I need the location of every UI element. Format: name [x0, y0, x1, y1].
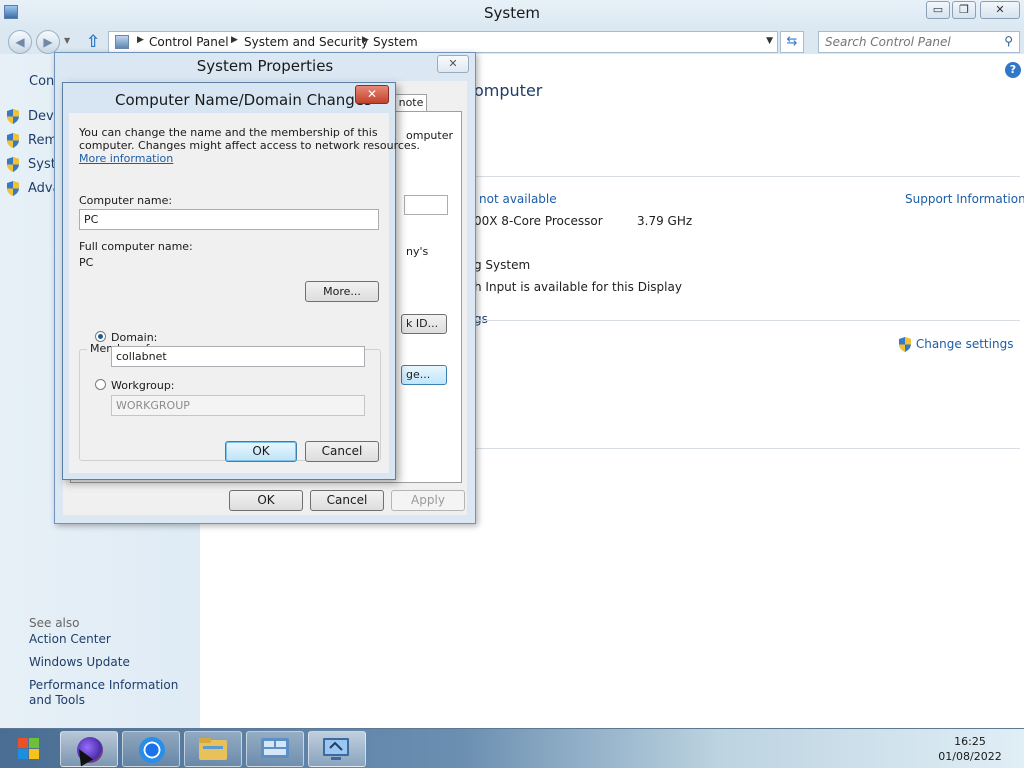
windows-logo-icon — [18, 738, 39, 759]
control-panel-icon — [115, 35, 129, 49]
rating-link[interactable]: not available — [479, 192, 557, 206]
change-settings-link[interactable]: Change settings — [898, 337, 1013, 352]
taskbar-explorer-button[interactable] — [184, 731, 242, 767]
navigation-toolbar: ◀ ▶ ▼ ⇧ ▶ Control Panel ▶ System and Sec… — [0, 28, 1024, 54]
system-type-value: g System — [474, 258, 531, 272]
sidebar-item-system-protection[interactable]: Syste — [6, 157, 64, 175]
breadcrumb-system[interactable]: System — [373, 35, 418, 49]
page-heading: omputer — [474, 81, 543, 100]
domain-radio[interactable] — [95, 331, 106, 342]
breadcrumb-separator-icon[interactable]: ▶ — [137, 35, 144, 45]
section-divider — [474, 176, 1020, 177]
computer-name-input[interactable]: PC — [79, 209, 379, 230]
breadcrumb-separator-icon[interactable]: ▶ — [231, 35, 238, 45]
taskbar-control-panel-button[interactable] — [246, 731, 304, 767]
cancel-button[interactable]: Cancel — [310, 490, 384, 511]
address-dropdown-icon[interactable]: ▼ — [766, 36, 773, 46]
more-information-link[interactable]: More information — [79, 152, 173, 165]
computer-name-label: Computer name: — [79, 194, 173, 207]
domain-label[interactable]: Domain: — [111, 331, 157, 344]
system-computer-icon — [323, 738, 349, 760]
forward-button[interactable]: ▶ — [36, 30, 60, 54]
shield-icon — [7, 109, 19, 124]
minimize-button[interactable]: ▭ — [926, 1, 950, 19]
workgroup-input: WORKGROUP — [111, 395, 365, 416]
network-id-button[interactable]: k ID... — [401, 314, 447, 334]
cancel-button[interactable]: Cancel — [305, 441, 379, 462]
sidebar-item-advanced-settings[interactable]: Adva — [6, 181, 61, 199]
computer-description-field[interactable] — [404, 195, 448, 215]
dialog-body: You can change the name and the membersh… — [69, 113, 420, 473]
breadcrumb-control-panel[interactable]: Control Panel — [149, 35, 229, 49]
support-information-link[interactable]: Support Information — [905, 192, 1024, 206]
start-button[interactable] — [4, 732, 52, 766]
domain-input[interactable]: collabnet — [111, 346, 365, 367]
processor-speed: 3.79 GHz — [637, 214, 693, 228]
shield-icon — [7, 181, 19, 196]
more-button[interactable]: More... — [305, 281, 379, 302]
clock-time: 16:25 — [954, 735, 986, 748]
shield-icon — [899, 337, 911, 352]
shield-icon — [7, 157, 19, 172]
see-also-heading: See also — [29, 616, 80, 630]
refresh-icon[interactable]: ⇆ — [780, 31, 804, 53]
taskbar-system-button[interactable] — [308, 731, 366, 767]
section-heading: gs — [474, 312, 488, 326]
system-clock[interactable]: 16:25 01/08/2022 — [930, 734, 1010, 764]
apply-button: Apply — [391, 490, 465, 511]
computer-name-domain-changes-dialog: Computer Name/Domain Changes ✕ You can c… — [62, 82, 420, 480]
close-button[interactable]: ✕ — [980, 1, 1020, 19]
description-line-2: computer. Changes might affect access to… — [79, 139, 420, 152]
description-line-1: You can change the name and the membersh… — [79, 126, 378, 139]
full-computer-name-label: Full computer name: — [79, 240, 193, 253]
taskbar: 16:25 01/08/2022 — [0, 728, 1024, 768]
search-box[interactable]: ⚲ — [818, 31, 1020, 53]
ok-button[interactable]: OK — [225, 441, 297, 462]
section-divider — [474, 320, 1020, 321]
search-input[interactable] — [825, 32, 995, 52]
dialog-title: Computer Name/Domain Changes — [115, 91, 372, 109]
help-icon[interactable]: ? — [1005, 62, 1021, 78]
change-button[interactable]: ge... — [401, 365, 447, 385]
clock-date: 01/08/2022 — [938, 750, 1002, 763]
sidebar-item-device-manager[interactable]: Devic — [6, 109, 64, 127]
performance-info-link[interactable]: Performance Information and Tools — [29, 678, 199, 708]
sidebar-item-remote-settings[interactable]: Remo — [6, 133, 65, 151]
action-center-link[interactable]: Action Center — [29, 632, 199, 647]
system-properties-title: System Properties — [196, 57, 334, 75]
full-computer-name-value: PC — [79, 256, 94, 269]
pen-touch-value: h Input is available for this Display — [474, 280, 682, 294]
shield-icon — [7, 133, 19, 148]
system-properties-close-button[interactable]: ✕ — [437, 55, 469, 73]
tab-remote[interactable]: note — [395, 94, 427, 111]
change-settings-label: Change settings — [915, 337, 1014, 351]
back-button[interactable]: ◀ — [8, 30, 32, 54]
workgroup-label[interactable]: Workgroup: — [111, 379, 175, 392]
section-divider — [474, 448, 1020, 449]
dialog-close-button[interactable]: ✕ — [355, 85, 389, 104]
restore-button[interactable]: ❐ — [952, 1, 976, 19]
taskbar-chrome-button[interactable] — [122, 731, 180, 767]
processor-value: 00X 8-Core Processor — [474, 214, 603, 228]
breadcrumb-separator-icon[interactable]: ▶ — [362, 35, 369, 45]
address-bar[interactable]: ▶ Control Panel ▶ System and Security ▶ … — [108, 31, 778, 53]
chrome-icon — [139, 737, 165, 763]
window-title: System — [484, 4, 540, 22]
breadcrumb-system-and-security[interactable]: System and Security — [244, 35, 368, 49]
up-arrow-icon[interactable]: ⇧ — [86, 32, 100, 52]
recent-pages-dropdown-icon[interactable]: ▼ — [64, 36, 70, 45]
panel-text-fragment: ny's — [406, 245, 429, 258]
ok-button[interactable]: OK — [229, 490, 303, 511]
control-panel-icon — [261, 738, 289, 758]
title-bar: System ▭ ❐ ✕ — [0, 0, 1024, 28]
folder-icon — [199, 738, 227, 760]
windows-update-link[interactable]: Windows Update — [29, 655, 199, 670]
search-icon[interactable]: ⚲ — [1004, 34, 1013, 48]
workgroup-radio[interactable] — [95, 379, 106, 390]
